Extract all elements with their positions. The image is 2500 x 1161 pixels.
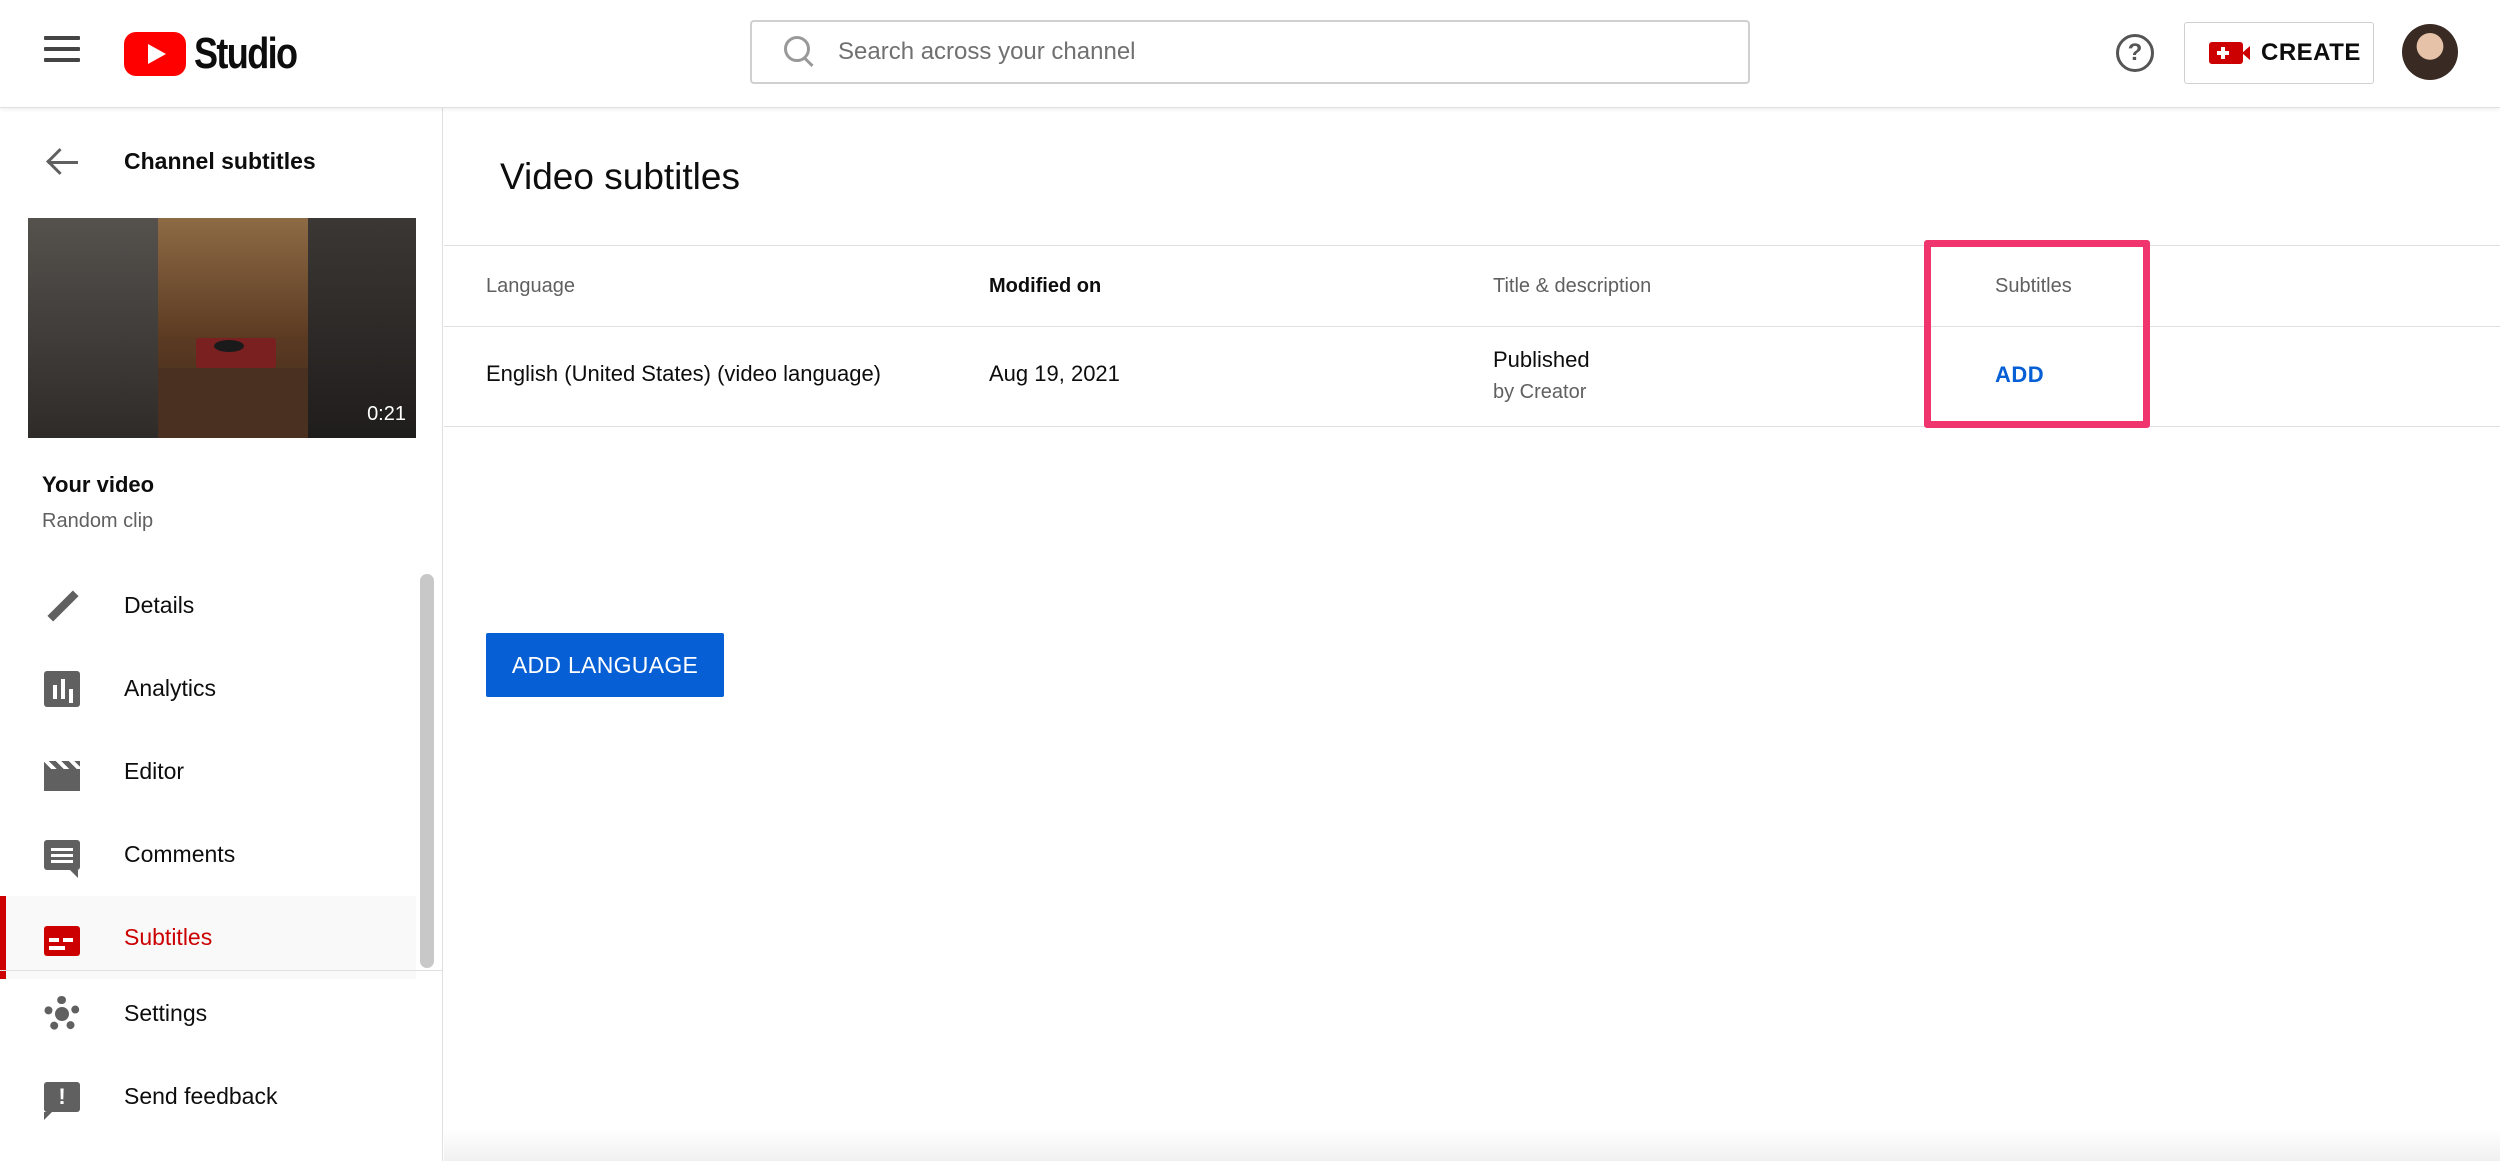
search-input[interactable]	[838, 38, 1638, 66]
sidebar-item-label: Details	[124, 592, 195, 618]
sidebar-scrollbar[interactable]	[420, 574, 434, 968]
modified-on-cell: Aug 19, 2021	[989, 361, 1120, 386]
youtube-logo-icon	[124, 32, 186, 76]
youtube-studio-logo[interactable]: Studio	[124, 28, 319, 80]
menu-icon[interactable]	[44, 36, 80, 72]
table-header: Language Modified on Title & description…	[444, 245, 2500, 327]
sidebar-item-label: Editor	[124, 758, 185, 784]
video-name: Random clip	[42, 510, 154, 532]
video-camera-icon	[2209, 42, 2250, 64]
analytics-icon	[44, 670, 80, 707]
your-video-label: Your video	[42, 472, 155, 497]
column-header-modified-on[interactable]: Modified on	[989, 275, 1101, 298]
back-arrow-icon[interactable]	[46, 148, 80, 178]
column-header-subtitles: Subtitles	[1995, 275, 2072, 297]
video-duration: 0:21	[367, 403, 406, 425]
subtitles-table: Language Modified on Title & description…	[444, 245, 2500, 427]
logo-text: Studio	[194, 29, 298, 78]
column-header-title-description: Title & description	[1493, 275, 1652, 297]
sidebar-item-comments[interactable]: Comments	[0, 813, 416, 896]
feedback-icon	[44, 1081, 80, 1120]
table-row: English (United States) (video language)…	[444, 327, 2500, 427]
sidebar-item-details[interactable]: Details	[0, 564, 416, 647]
subtitles-icon	[44, 925, 80, 956]
sidebar-item-label: Analytics	[124, 675, 217, 701]
page-title: Video subtitles	[500, 156, 740, 197]
search-icon	[782, 34, 818, 70]
sidebar-item-send-feedback[interactable]: Send feedback	[0, 1055, 416, 1138]
title-author: by Creator	[1493, 381, 1587, 403]
video-thumbnail[interactable]: 0:21	[28, 218, 416, 438]
main-content: Video subtitles Language Modified on Tit…	[444, 108, 2500, 1161]
clapperboard-icon	[44, 760, 80, 791]
sidebar-item-editor[interactable]: Editor	[0, 730, 416, 813]
create-button[interactable]: CREATE	[2184, 22, 2374, 84]
comment-icon	[44, 839, 80, 878]
sidebar-item-settings[interactable]: Settings	[0, 972, 416, 1055]
search-bar[interactable]	[750, 20, 1750, 84]
sidebar: Channel subtitles 0:21 Your video Random…	[0, 108, 443, 1161]
sidebar-item-analytics[interactable]: Analytics	[0, 647, 416, 730]
sidebar-item-label: Settings	[124, 1000, 208, 1026]
title-status[interactable]: Published	[1493, 347, 1590, 373]
sidebar-nav: Details Analytics Editor Comments Subtit…	[0, 564, 416, 979]
sidebar-item-subtitles[interactable]: Subtitles	[0, 896, 416, 979]
column-header-language: Language	[486, 275, 575, 297]
sidebar-item-label: Subtitles	[124, 924, 213, 950]
add-subtitles-link[interactable]: ADD	[1995, 362, 2044, 388]
divider	[0, 970, 443, 971]
back-row: Channel subtitles	[0, 108, 443, 218]
sidebar-item-label: Comments	[124, 841, 236, 867]
help-icon[interactable]: ?	[2116, 34, 2154, 72]
create-button-label: CREATE	[2261, 39, 2361, 66]
gear-icon	[44, 995, 80, 1032]
sidebar-bottom-nav: Settings Send feedback	[0, 972, 416, 1138]
bottom-shadow	[444, 1130, 2500, 1161]
sidebar-item-label: Send feedback	[124, 1083, 278, 1109]
avatar[interactable]	[2402, 24, 2458, 80]
back-title: Channel subtitles	[124, 148, 316, 174]
pencil-icon	[44, 588, 80, 624]
top-bar: Studio ? CREATE	[0, 0, 2500, 108]
add-language-button[interactable]: ADD LANGUAGE	[486, 633, 724, 697]
language-cell: English (United States) (video language)	[486, 361, 882, 386]
